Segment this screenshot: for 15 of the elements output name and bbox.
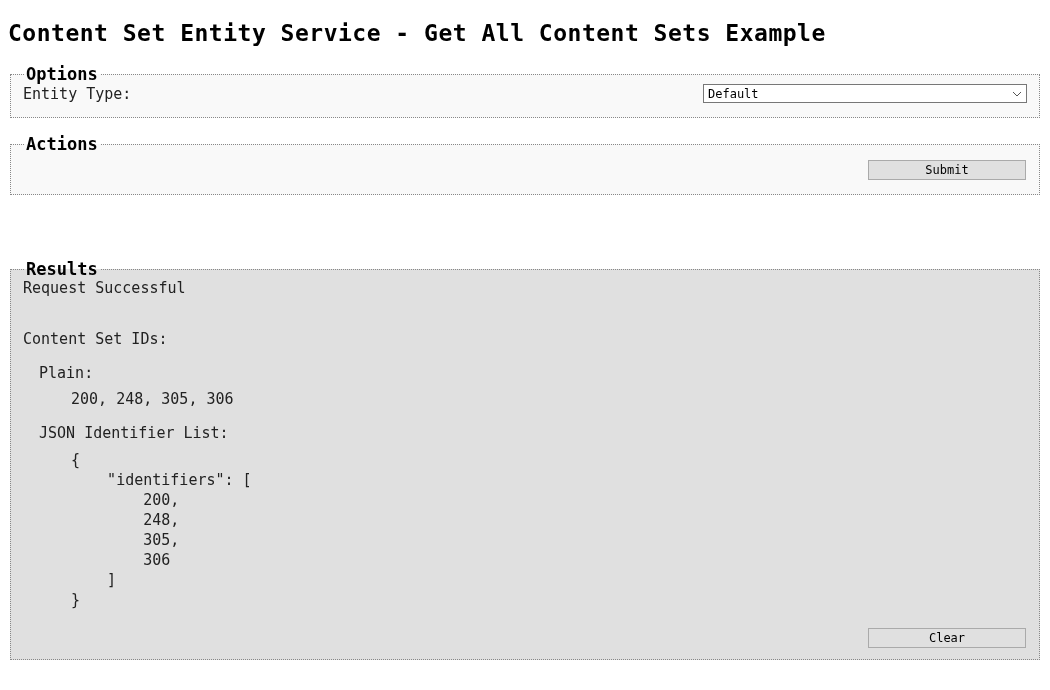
- id-list-text: 200, 248, 305, 306: [71, 390, 235, 408]
- submit-button[interactable]: Submit: [868, 160, 1026, 180]
- panel-legend: Options: [24, 64, 100, 84]
- status-text: Request Successful: [23, 279, 187, 297]
- section-label: JSON Identifier List:: [39, 424, 230, 442]
- section-label: Plain:: [39, 364, 95, 382]
- json-code-text: { "identifiers": [ 200, 248, 305, 306 ] }: [71, 450, 252, 610]
- section-heading: Content Set IDs:: [23, 330, 169, 348]
- panel-legend: Results: [24, 259, 100, 279]
- field-label: Entity Type:: [23, 84, 132, 103]
- clear-button[interactable]: Clear: [868, 628, 1026, 648]
- entity-type-select[interactable]: Default: [703, 84, 1027, 103]
- panel-legend: Actions: [24, 134, 100, 154]
- page-title: Content Set Entity Service - Get All Content Sets Example: [8, 20, 827, 46]
- chevron-icon: [1012, 90, 1022, 97]
